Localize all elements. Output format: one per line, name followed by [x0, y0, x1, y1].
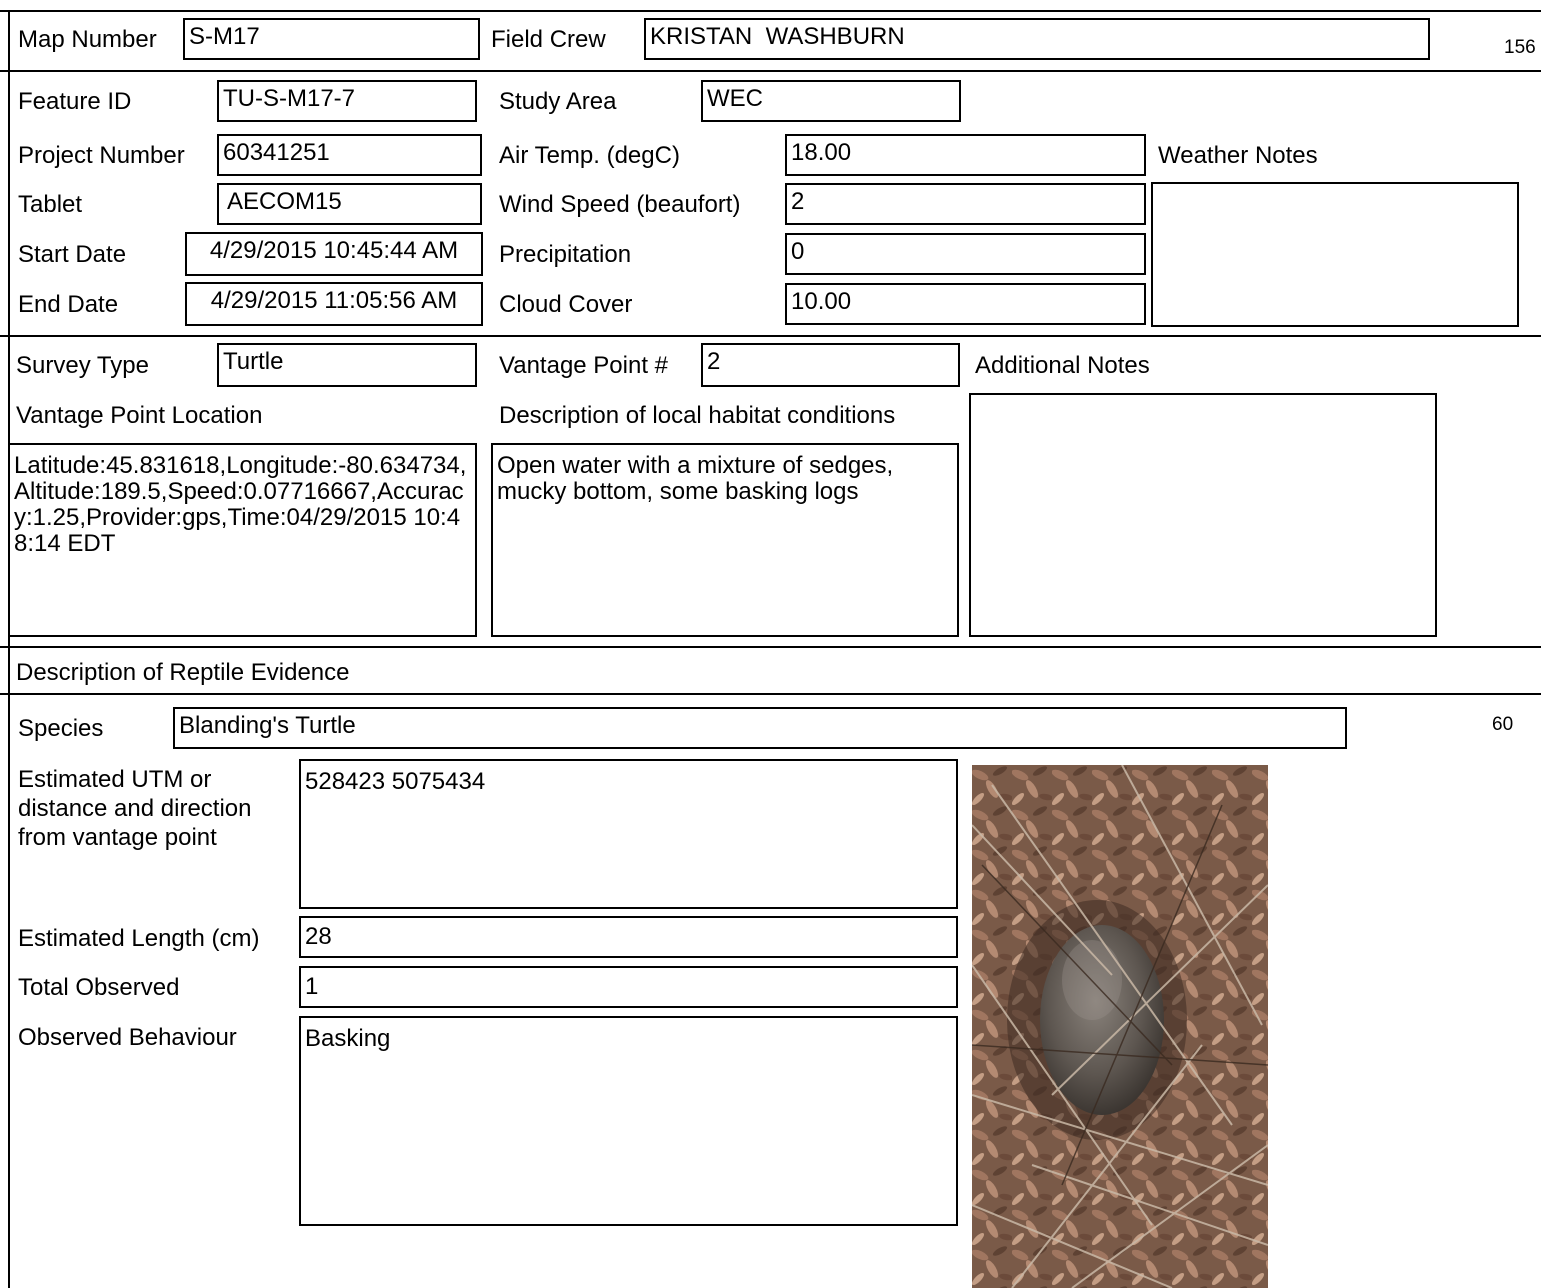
tablet-label: Tablet	[18, 191, 83, 218]
weather-notes-field[interactable]	[1151, 182, 1519, 327]
species-label: Species	[18, 715, 104, 742]
utm-field[interactable]: 528423 5075434	[299, 759, 958, 909]
left-border	[8, 10, 10, 1288]
vantage-point-label: Vantage Point #	[499, 352, 669, 379]
vantage-point-field[interactable]: 2	[701, 343, 960, 387]
feature-id-field[interactable]: TU-S-M17-7	[217, 80, 477, 122]
utm-label: Estimated UTM or distance and direction …	[18, 766, 252, 851]
start-date-field[interactable]: 4/29/2015 10:45:44 AM	[185, 232, 483, 276]
divider-3	[0, 646, 1541, 648]
map-number-label: Map Number	[18, 26, 157, 53]
air-temp-field[interactable]: 18.00	[785, 134, 1146, 176]
study-area-field[interactable]: WEC	[701, 80, 961, 122]
observed-behaviour-label: Observed Behaviour	[18, 1024, 237, 1051]
habitat-label: Description of local habitat conditions	[499, 402, 896, 429]
tablet-field[interactable]: AECOM15	[217, 183, 482, 225]
divider-1	[0, 70, 1541, 72]
observed-behaviour-field[interactable]: Basking	[299, 1016, 958, 1226]
divider-2	[0, 335, 1541, 337]
reptile-evidence-heading: Description of Reptile Evidence	[16, 659, 350, 686]
survey-type-field[interactable]: Turtle	[217, 343, 477, 387]
project-number-field[interactable]: 60341251	[217, 134, 482, 176]
divider-4	[0, 693, 1541, 695]
total-observed-field[interactable]: 1	[299, 966, 958, 1008]
length-field[interactable]: 28	[299, 916, 958, 958]
vantage-location-field[interactable]: Latitude:45.831618,Longitude:-80.634734,…	[8, 443, 477, 637]
additional-notes-label: Additional Notes	[975, 352, 1150, 379]
side-number: 60	[1492, 714, 1514, 735]
habitat-field[interactable]: Open water with a mixture of sedges, muc…	[491, 443, 959, 637]
air-temp-label: Air Temp. (degC)	[499, 142, 680, 169]
survey-type-label: Survey Type	[16, 352, 149, 379]
precipitation-label: Precipitation	[499, 241, 632, 268]
cloud-cover-label: Cloud Cover	[499, 291, 633, 318]
weather-notes-label: Weather Notes	[1158, 142, 1318, 169]
end-date-label: End Date	[18, 291, 119, 318]
additional-notes-field[interactable]	[969, 393, 1437, 637]
turtle-photo	[972, 765, 1268, 1288]
feature-id-label: Feature ID	[18, 88, 132, 115]
project-number-label: Project Number	[18, 142, 185, 169]
wind-speed-label: Wind Speed (beaufort)	[499, 191, 741, 218]
precipitation-field[interactable]: 0	[785, 233, 1146, 275]
total-observed-label: Total Observed	[18, 974, 180, 1001]
field-crew-label: Field Crew	[491, 26, 606, 53]
study-area-label: Study Area	[499, 88, 617, 115]
page-number: 156	[1504, 37, 1536, 58]
species-field[interactable]: Blanding's Turtle	[173, 707, 1347, 749]
end-date-field[interactable]: 4/29/2015 11:05:56 AM	[185, 282, 483, 326]
cloud-cover-field[interactable]: 10.00	[785, 283, 1146, 325]
map-number-field[interactable]: S-M17	[183, 18, 480, 60]
wind-speed-field[interactable]: 2	[785, 183, 1146, 225]
start-date-label: Start Date	[18, 241, 127, 268]
length-label: Estimated Length (cm)	[18, 925, 260, 952]
field-crew-field[interactable]: KRISTAN WASHBURN	[644, 18, 1430, 60]
top-border	[0, 10, 1541, 12]
vantage-location-label: Vantage Point Location	[16, 402, 263, 429]
